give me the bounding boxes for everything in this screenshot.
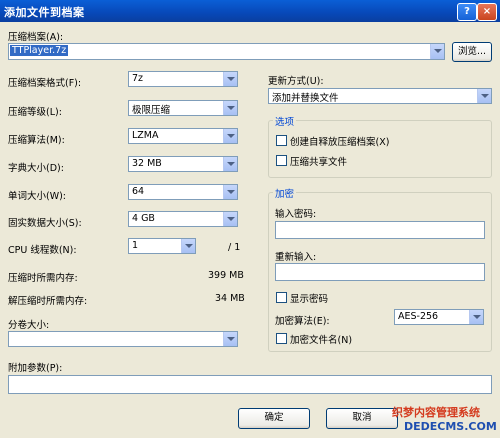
help-button[interactable]: ? (457, 3, 477, 21)
chevron-down-icon[interactable] (223, 185, 237, 199)
show-password-label: 显示密码 (290, 294, 329, 305)
sfx-checkbox-label: 创建自释放压缩档案(X) (290, 137, 390, 148)
archive-path-value: TTPlayer.7z (10, 45, 69, 56)
threads-select[interactable]: 1 (128, 238, 196, 254)
chevron-down-icon[interactable] (223, 129, 237, 143)
split-combobox[interactable] (8, 331, 238, 347)
title-bar: 添加文件到档案 ? × (0, 0, 500, 22)
chevron-down-icon[interactable] (223, 72, 237, 86)
solid-select[interactable]: 4 GB (128, 211, 238, 227)
mem-compress-value: 399 MB (208, 270, 244, 281)
solid-label: 固实数据大小(S): (8, 218, 82, 229)
password-input[interactable] (275, 221, 485, 239)
word-value: 64 (132, 186, 145, 197)
chevron-down-icon[interactable] (477, 89, 491, 103)
encryption-method-value: AES-256 (398, 311, 439, 322)
mem-decompress-value: 34 MB (215, 293, 245, 304)
options-group-title: 选项 (273, 114, 297, 128)
threads-max: / 1 (228, 242, 241, 253)
browse-button[interactable]: 浏览... (452, 42, 492, 62)
chevron-down-icon[interactable] (223, 212, 237, 226)
encrypt-names-checkbox[interactable] (276, 333, 287, 344)
word-select[interactable]: 64 (128, 184, 238, 200)
encryption-method-select[interactable]: AES-256 (394, 309, 484, 325)
window-title: 添加文件到档案 (4, 6, 85, 19)
show-password-checkbox[interactable] (276, 292, 287, 303)
ok-button[interactable]: 确定 (238, 408, 310, 429)
split-label: 分卷大小: (8, 320, 50, 331)
options-group (268, 120, 492, 178)
update-label: 更新方式(U): (268, 76, 324, 87)
chevron-down-icon[interactable] (223, 157, 237, 171)
archive-label: 压缩档案(A): (8, 32, 64, 43)
reenter-password-label: 重新输入: (275, 252, 317, 263)
watermark-text: 织梦内容管理系统 (392, 406, 480, 419)
level-label: 压缩等级(L): (8, 107, 62, 118)
dict-value: 32 MB (132, 158, 162, 169)
chevron-down-icon[interactable] (469, 310, 483, 324)
params-input[interactable] (8, 375, 492, 394)
level-value: 极限压缩 (132, 105, 171, 116)
encryption-method-label: 加密算法(E): (275, 316, 330, 327)
format-select[interactable]: 7z (128, 71, 238, 87)
params-label: 附加参数(P): (8, 363, 63, 374)
close-button[interactable]: × (477, 3, 497, 21)
level-select[interactable]: 极限压缩 (128, 100, 238, 116)
reenter-password-input[interactable] (275, 263, 485, 281)
watermark-url: DEDECMS.COM (404, 420, 497, 433)
update-select[interactable]: 添加并替换文件 (268, 88, 492, 104)
solid-value: 4 GB (132, 213, 155, 224)
update-value: 添加并替换文件 (272, 93, 339, 104)
method-select[interactable]: LZMA (128, 128, 238, 144)
mem-compress-label: 压缩时所需内存: (8, 273, 78, 284)
mem-decompress-label: 解压缩时所需内存: (8, 296, 88, 307)
chevron-down-icon[interactable] (181, 239, 195, 253)
method-value: LZMA (132, 130, 159, 141)
archive-path-combobox[interactable]: TTPlayer.7z (8, 43, 445, 60)
format-value: 7z (132, 73, 144, 84)
shared-checkbox-label: 压缩共享文件 (290, 157, 348, 168)
enter-password-label: 输入密码: (275, 209, 317, 220)
sfx-checkbox[interactable] (276, 135, 287, 146)
encryption-group-title: 加密 (273, 186, 297, 200)
cancel-button[interactable]: 取消 (326, 408, 398, 429)
encrypt-names-label: 加密文件名(N) (290, 335, 353, 346)
shared-checkbox[interactable] (276, 155, 287, 166)
method-label: 压缩算法(M): (8, 135, 65, 146)
threads-value: 1 (132, 240, 139, 251)
word-label: 单词大小(W): (8, 191, 67, 202)
chevron-down-icon[interactable] (430, 44, 444, 59)
format-label: 压缩档案格式(F): (8, 78, 82, 89)
dict-label: 字典大小(D): (8, 163, 64, 174)
threads-label: CPU 线程数(N): (8, 245, 77, 256)
chevron-down-icon[interactable] (223, 101, 237, 115)
dict-select[interactable]: 32 MB (128, 156, 238, 172)
chevron-down-icon[interactable] (223, 332, 237, 346)
